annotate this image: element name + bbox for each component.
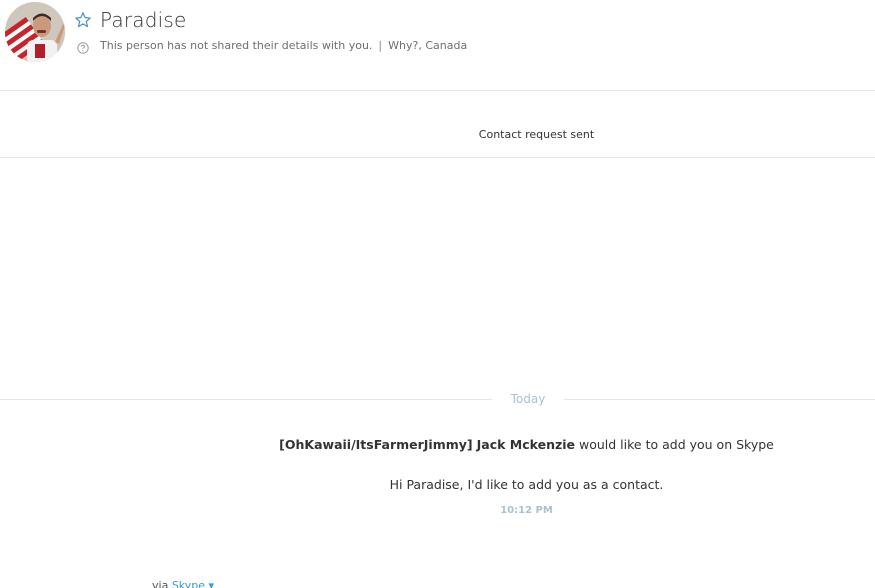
contact-details: This person has not shared their details… <box>100 39 467 52</box>
day-divider-right <box>564 399 875 400</box>
chevron-down-icon[interactable]: ▾ <box>209 579 215 588</box>
avatar-image <box>5 2 65 62</box>
sender-tag: [OhKawaii/ItsFarmerJimmy] <box>279 437 473 452</box>
request-action-text: would like to add you on Skype <box>579 437 774 452</box>
sender-name[interactable]: Jack Mckenzie <box>477 437 575 452</box>
via-source: via Skype ▾ <box>152 579 214 588</box>
header-divider <box>0 90 875 91</box>
contact-request-status: Contact request sent <box>478 128 595 141</box>
request-greeting: Hi Paradise, I'd like to add you as a co… <box>389 477 664 492</box>
day-divider-left <box>0 399 492 400</box>
message-timestamp: 10:12 PM <box>500 505 553 516</box>
contact-request-message: [OhKawaii/ItsFarmerJimmy] Jack Mckenzie … <box>0 437 875 452</box>
via-link-text[interactable]: Skype <box>172 579 205 588</box>
via-skype-link[interactable]: Skype ▾ <box>172 579 214 588</box>
via-prefix: via <box>152 579 169 588</box>
details-text: This person has not shared their details… <box>100 39 373 52</box>
conversation-window: Paradise This person has not shared thei… <box>0 0 875 588</box>
avatar[interactable] <box>5 2 65 62</box>
status-divider <box>0 157 875 158</box>
contact-location: Why?, Canada <box>388 39 468 52</box>
day-label: Today <box>510 392 546 406</box>
star-icon[interactable] <box>74 11 92 29</box>
question-circle-icon[interactable] <box>77 39 89 54</box>
details-separator: | <box>378 39 383 52</box>
contact-name: Paradise <box>100 8 187 32</box>
